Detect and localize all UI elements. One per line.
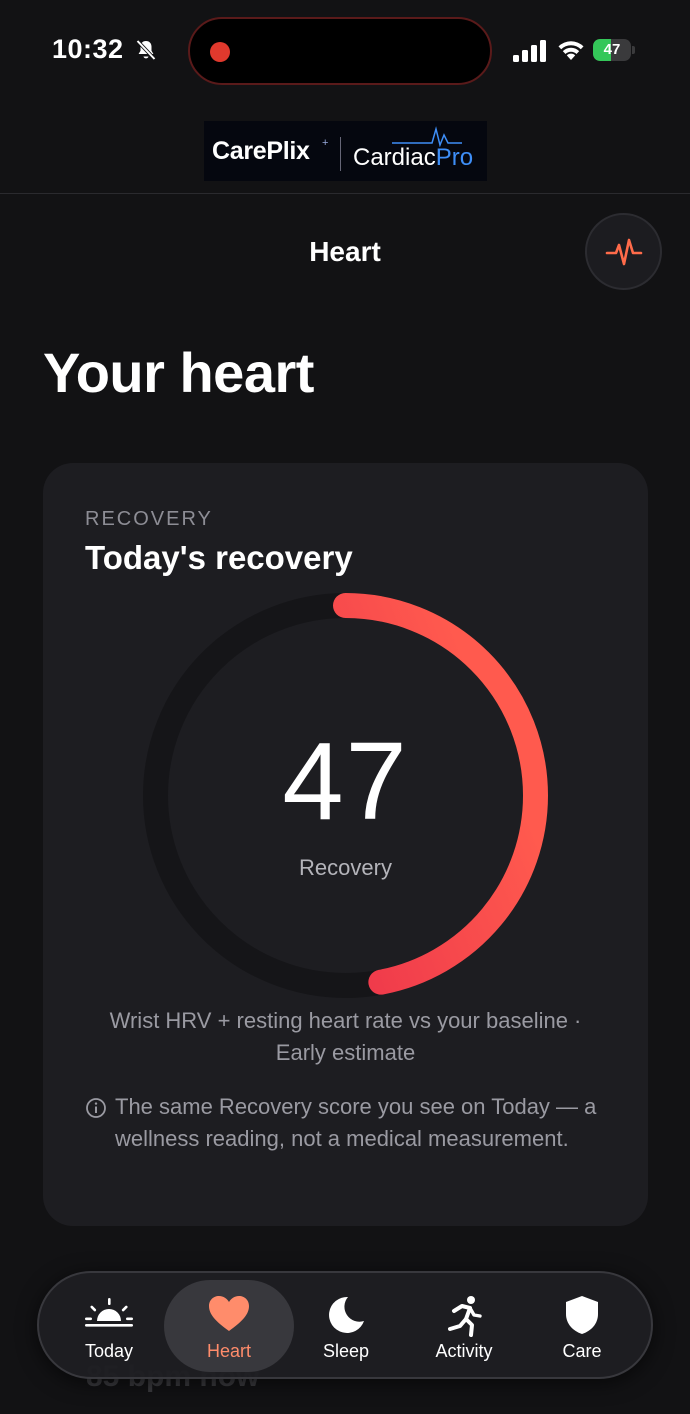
screen-recording-dot	[210, 42, 230, 62]
heartbeat-button[interactable]	[585, 213, 662, 290]
dynamic-island	[188, 17, 492, 85]
tab-care[interactable]: Care	[522, 1273, 642, 1377]
bell-slash-icon	[136, 39, 156, 61]
wifi-icon	[558, 41, 584, 60]
sunrise-icon	[85, 1298, 133, 1327]
shield-icon	[566, 1296, 598, 1334]
heart-icon	[209, 1296, 249, 1331]
recovery-card[interactable]: RECOVERY Today's recovery 47 Recovery Wr…	[43, 463, 648, 1226]
tab-heart[interactable]: Heart	[164, 1280, 294, 1372]
page-heading: Your heart	[43, 341, 314, 404]
tab-bar: Today Heart Sleep Activity Care	[37, 1271, 653, 1379]
running-person-icon	[448, 1296, 482, 1337]
battery-indicator: 47	[593, 39, 635, 61]
tab-label: Activity	[435, 1341, 493, 1361]
moon-icon	[329, 1296, 364, 1333]
card-title: Today's recovery	[85, 539, 353, 576]
card-eyebrow: RECOVERY	[85, 508, 213, 530]
recovery-disclaimer: The same Recovery score you see on Today…	[115, 1094, 597, 1151]
heartbeat-pulse-icon	[605, 238, 642, 265]
info-icon	[86, 1098, 106, 1118]
tab-activity[interactable]: Activity	[404, 1273, 524, 1377]
brand-divider	[340, 137, 341, 171]
tab-label: Sleep	[322, 1341, 370, 1361]
status-bar: 10:32 47	[0, 0, 690, 100]
recovery-score: 47	[282, 720, 409, 843]
brand-careplix: CarePlix	[212, 137, 310, 165]
tab-today[interactable]: Today	[49, 1273, 169, 1377]
battery-level: 47	[603, 41, 621, 58]
tab-label: Today	[84, 1341, 134, 1361]
tab-label: Care	[562, 1341, 602, 1361]
recovery-score-label: Recovery	[299, 855, 392, 880]
tab-sleep[interactable]: Sleep	[286, 1273, 406, 1377]
brand-plus-mark: +	[322, 137, 329, 149]
tab-label: Heart	[206, 1341, 251, 1361]
cellular-signal-icon	[513, 40, 546, 62]
recovery-method-note: Wrist HRV + resting heart rate vs your b…	[109, 1008, 582, 1065]
header-divider	[0, 193, 690, 194]
brand-cardiacpro: CardiacPro	[353, 144, 474, 171]
brand-banner: CarePlix + CardiacPro	[204, 121, 487, 181]
status-time: 10:32	[52, 34, 124, 64]
